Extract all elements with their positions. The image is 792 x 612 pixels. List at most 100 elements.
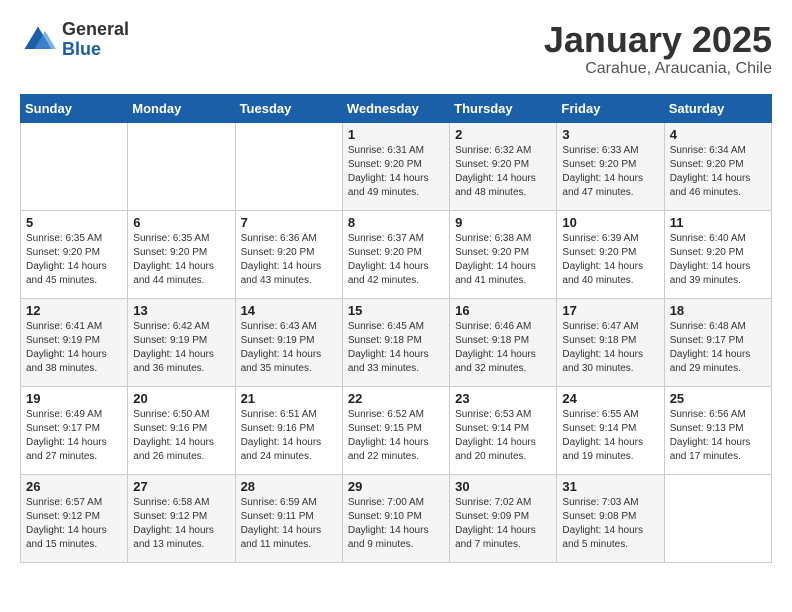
calendar-header: SundayMondayTuesdayWednesdayThursdayFrid… bbox=[21, 94, 772, 122]
day-number: 7 bbox=[241, 215, 337, 230]
calendar-cell: 12Sunrise: 6:41 AMSunset: 9:19 PMDayligh… bbox=[21, 298, 128, 386]
calendar-cell: 7Sunrise: 6:36 AMSunset: 9:20 PMDaylight… bbox=[235, 210, 342, 298]
calendar-cell: 26 Sunrise: 6:57 AMSunset: 9:12 PMDayligh… bbox=[21, 474, 128, 562]
logo-icon bbox=[20, 22, 56, 58]
day-info: Sunrise: 6:40 AMSunset: 9:20 PMDaylight:… bbox=[670, 232, 766, 288]
day-info: Sunrise: 6:37 AMSunset: 9:20 PMDaylight:… bbox=[348, 232, 444, 288]
day-info: Sunrise: 6:42 AMSunset: 9:19 PMDaylight:… bbox=[133, 320, 229, 376]
calendar-cell: 10 Sunrise: 6:39 AMSunset: 9:20 PMDayligh… bbox=[557, 210, 664, 298]
day-info: Sunrise: 6:57 AMSunset: 9:12 PMDaylight:… bbox=[26, 496, 122, 552]
day-info: Sunrise: 7:02 AMSunset: 9:09 PMDaylight:… bbox=[455, 496, 551, 552]
day-number: 18 bbox=[670, 303, 766, 318]
day-info: Sunrise: 6:35 AMSunset: 9:20 PMDaylight:… bbox=[133, 232, 229, 288]
calendar-cell: 18 Sunrise: 6:48 AMSunset: 9:17 PMDayligh… bbox=[664, 298, 771, 386]
logo-blue: Blue bbox=[62, 40, 129, 60]
day-info: Sunrise: 6:41 AMSunset: 9:19 PMDaylight:… bbox=[26, 320, 122, 376]
day-number: 6 bbox=[133, 215, 229, 230]
day-number: 29 bbox=[348, 479, 444, 494]
day-info: Sunrise: 6:50 AMSunset: 9:16 PMDaylight:… bbox=[133, 408, 229, 464]
day-number: 13 bbox=[133, 303, 229, 318]
day-info: Sunrise: 7:00 AMSunset: 9:10 PMDaylight:… bbox=[348, 496, 444, 552]
calendar-cell: 2Sunrise: 6:32 AMSunset: 9:20 PMDaylight… bbox=[450, 122, 557, 210]
calendar-subtitle: Carahue, Araucania, Chile bbox=[544, 60, 772, 78]
day-number: 27 bbox=[133, 479, 229, 494]
day-info: Sunrise: 6:33 AMSunset: 9:20 PMDaylight:… bbox=[562, 144, 658, 200]
day-info: Sunrise: 6:59 AMSunset: 9:11 PMDaylight:… bbox=[241, 496, 337, 552]
calendar-cell: 25 Sunrise: 6:56 AMSunset: 9:13 PMDayligh… bbox=[664, 386, 771, 474]
calendar-body: 1Sunrise: 6:31 AMSunset: 9:20 PMDaylight… bbox=[21, 122, 772, 562]
calendar-cell: 4 Sunrise: 6:34 AMSunset: 9:20 PMDaylight… bbox=[664, 122, 771, 210]
calendar-week-row: 5 Sunrise: 6:35 AMSunset: 9:20 PMDaylight… bbox=[21, 210, 772, 298]
calendar-cell: 1Sunrise: 6:31 AMSunset: 9:20 PMDaylight… bbox=[342, 122, 449, 210]
calendar-cell: 31 Sunrise: 7:03 AMSunset: 9:08 PMDayligh… bbox=[557, 474, 664, 562]
day-info: Sunrise: 6:31 AMSunset: 9:20 PMDaylight:… bbox=[348, 144, 444, 200]
day-info: Sunrise: 6:47 AMSunset: 9:18 PMDaylight:… bbox=[562, 320, 658, 376]
day-number: 3 bbox=[562, 127, 658, 142]
calendar-cell: 29 Sunrise: 7:00 AMSunset: 9:10 PMDayligh… bbox=[342, 474, 449, 562]
calendar-cell: 23 Sunrise: 6:53 AMSunset: 9:14 PMDayligh… bbox=[450, 386, 557, 474]
day-info: Sunrise: 6:51 AMSunset: 9:16 PMDaylight:… bbox=[241, 408, 337, 464]
day-number: 17 bbox=[562, 303, 658, 318]
calendar-cell: 13 Sunrise: 6:42 AMSunset: 9:19 PMDayligh… bbox=[128, 298, 235, 386]
day-number: 24 bbox=[562, 391, 658, 406]
day-number: 30 bbox=[455, 479, 551, 494]
title-block: January 2025 Carahue, Araucania, Chile bbox=[544, 20, 772, 78]
day-info: Sunrise: 6:53 AMSunset: 9:14 PMDaylight:… bbox=[455, 408, 551, 464]
calendar-cell: 22Sunrise: 6:52 AMSunset: 9:15 PMDayligh… bbox=[342, 386, 449, 474]
calendar-cell: 15Sunrise: 6:45 AMSunset: 9:18 PMDayligh… bbox=[342, 298, 449, 386]
day-number: 11 bbox=[670, 215, 766, 230]
day-number: 8 bbox=[348, 215, 444, 230]
calendar-title: January 2025 bbox=[544, 20, 772, 60]
page-header: General Blue January 2025 Carahue, Arauc… bbox=[20, 20, 772, 78]
weekday-header-sunday: Sunday bbox=[21, 94, 128, 122]
day-info: Sunrise: 6:35 AMSunset: 9:20 PMDaylight:… bbox=[26, 232, 122, 288]
day-info: Sunrise: 7:03 AMSunset: 9:08 PMDaylight:… bbox=[562, 496, 658, 552]
day-number: 25 bbox=[670, 391, 766, 406]
calendar-week-row: 12Sunrise: 6:41 AMSunset: 9:19 PMDayligh… bbox=[21, 298, 772, 386]
calendar-week-row: 1Sunrise: 6:31 AMSunset: 9:20 PMDaylight… bbox=[21, 122, 772, 210]
calendar-cell: 11 Sunrise: 6:40 AMSunset: 9:20 PMDayligh… bbox=[664, 210, 771, 298]
day-number: 28 bbox=[241, 479, 337, 494]
day-number: 10 bbox=[562, 215, 658, 230]
calendar-table: SundayMondayTuesdayWednesdayThursdayFrid… bbox=[20, 94, 772, 563]
day-info: Sunrise: 6:55 AMSunset: 9:14 PMDaylight:… bbox=[562, 408, 658, 464]
weekday-header-tuesday: Tuesday bbox=[235, 94, 342, 122]
calendar-cell: 21Sunrise: 6:51 AMSunset: 9:16 PMDayligh… bbox=[235, 386, 342, 474]
logo: General Blue bbox=[20, 20, 129, 60]
weekday-header-row: SundayMondayTuesdayWednesdayThursdayFrid… bbox=[21, 94, 772, 122]
day-number: 23 bbox=[455, 391, 551, 406]
day-info: Sunrise: 6:48 AMSunset: 9:17 PMDaylight:… bbox=[670, 320, 766, 376]
logo-general: General bbox=[62, 20, 129, 40]
calendar-cell: 24 Sunrise: 6:55 AMSunset: 9:14 PMDayligh… bbox=[557, 386, 664, 474]
weekday-header-friday: Friday bbox=[557, 94, 664, 122]
calendar-cell: 6 Sunrise: 6:35 AMSunset: 9:20 PMDaylight… bbox=[128, 210, 235, 298]
day-info: Sunrise: 6:49 AMSunset: 9:17 PMDaylight:… bbox=[26, 408, 122, 464]
calendar-cell: 28 Sunrise: 6:59 AMSunset: 9:11 PMDayligh… bbox=[235, 474, 342, 562]
day-info: Sunrise: 6:39 AMSunset: 9:20 PMDaylight:… bbox=[562, 232, 658, 288]
day-info: Sunrise: 6:38 AMSunset: 9:20 PMDaylight:… bbox=[455, 232, 551, 288]
day-info: Sunrise: 6:46 AMSunset: 9:18 PMDaylight:… bbox=[455, 320, 551, 376]
day-info: Sunrise: 6:45 AMSunset: 9:18 PMDaylight:… bbox=[348, 320, 444, 376]
day-number: 2 bbox=[455, 127, 551, 142]
day-number: 16 bbox=[455, 303, 551, 318]
day-info: Sunrise: 6:56 AMSunset: 9:13 PMDaylight:… bbox=[670, 408, 766, 464]
calendar-cell: 19 Sunrise: 6:49 AMSunset: 9:17 PMDayligh… bbox=[21, 386, 128, 474]
day-number: 19 bbox=[26, 391, 122, 406]
day-info: Sunrise: 6:43 AMSunset: 9:19 PMDaylight:… bbox=[241, 320, 337, 376]
calendar-cell bbox=[664, 474, 771, 562]
day-number: 31 bbox=[562, 479, 658, 494]
day-number: 20 bbox=[133, 391, 229, 406]
calendar-cell: 30 Sunrise: 7:02 AMSunset: 9:09 PMDayligh… bbox=[450, 474, 557, 562]
calendar-cell bbox=[21, 122, 128, 210]
day-number: 22 bbox=[348, 391, 444, 406]
calendar-cell: 9Sunrise: 6:38 AMSunset: 9:20 PMDaylight… bbox=[450, 210, 557, 298]
calendar-cell: 14Sunrise: 6:43 AMSunset: 9:19 PMDayligh… bbox=[235, 298, 342, 386]
weekday-header-saturday: Saturday bbox=[664, 94, 771, 122]
calendar-cell: 3 Sunrise: 6:33 AMSunset: 9:20 PMDaylight… bbox=[557, 122, 664, 210]
day-number: 5 bbox=[26, 215, 122, 230]
day-number: 26 bbox=[26, 479, 122, 494]
day-info: Sunrise: 6:58 AMSunset: 9:12 PMDaylight:… bbox=[133, 496, 229, 552]
day-number: 4 bbox=[670, 127, 766, 142]
logo-text: General Blue bbox=[62, 20, 129, 60]
day-info: Sunrise: 6:34 AMSunset: 9:20 PMDaylight:… bbox=[670, 144, 766, 200]
